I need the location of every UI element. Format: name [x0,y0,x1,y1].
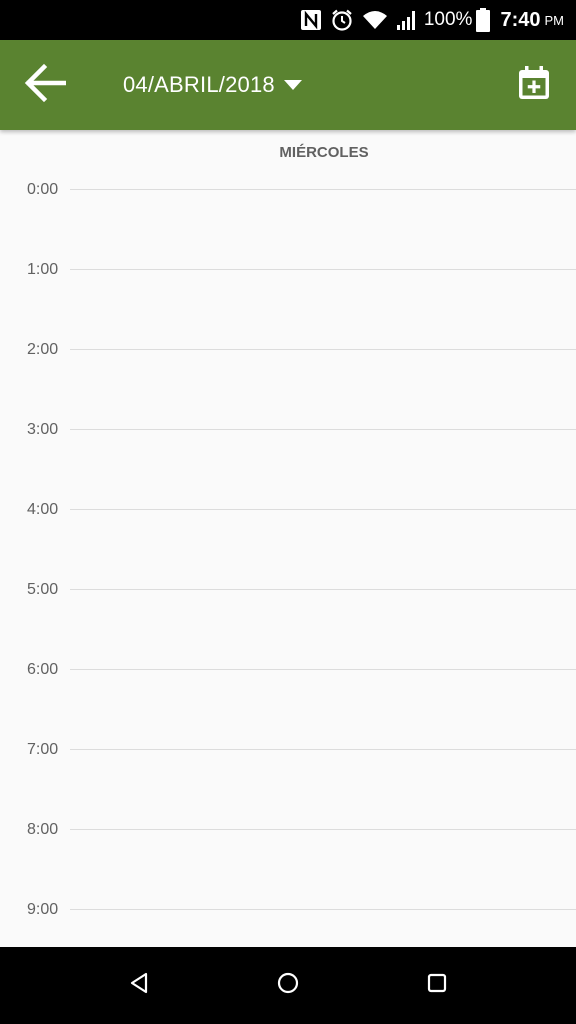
hour-label: 5:00 [27,581,59,598]
hour-divider [70,749,576,750]
status-time: 7:40 [500,8,541,31]
hour-divider [70,909,576,910]
hour-divider [70,669,576,670]
hour-label: 7:00 [27,741,59,758]
status-bar: 100% 7:40 PM [0,0,576,40]
nav-recents-button[interactable] [417,965,457,1005]
hour-divider [70,429,576,430]
hour-label: 8:00 [27,821,59,838]
app-bar: 04/ABRIL/2018 [0,40,576,130]
battery-percent: 100% [423,9,473,30]
hour-row[interactable]: 8:00 [0,821,576,901]
status-ampm: PM [544,12,565,28]
alarm-icon [330,8,354,32]
day-name: MIÉRCOLES [279,144,369,161]
arrow-back-icon [24,63,67,108]
hour-label: 1:00 [27,261,59,278]
status-icons: 100% 7:40 PM [292,0,564,40]
battery-icon [476,8,491,32]
wifi-icon [362,8,388,32]
hour-row[interactable]: 3:00 [0,421,576,501]
date-label: 04/ABRIL/2018 [123,72,275,97]
date-selector[interactable]: 04/ABRIL/2018 [123,62,302,108]
add-event-button[interactable] [508,58,560,112]
hour-divider [70,829,576,830]
nav-home-button[interactable] [268,965,308,1005]
hour-row[interactable]: 1:00 [0,261,576,341]
hour-label: 4:00 [27,501,59,518]
hour-divider [70,269,576,270]
caret-down-icon [283,80,302,90]
nfc-icon [300,9,322,31]
calendar-plus-icon [518,65,550,105]
home-circle-icon [276,971,300,1000]
navigation-bar [0,947,576,1024]
hour-label: 9:00 [27,901,59,918]
hour-row[interactable]: 0:00 [0,181,576,261]
hour-row[interactable]: 5:00 [0,581,576,661]
hour-row[interactable]: 6:00 [0,661,576,741]
hour-row[interactable]: 2:00 [0,341,576,421]
day-view[interactable]: MIÉRCOLES 0:00 1:00 2:00 3:00 4:00 5:00 … [0,130,576,947]
hour-divider [70,589,576,590]
signal-icon [396,9,418,31]
hour-row[interactable]: 7:00 [0,741,576,821]
hour-divider [70,189,576,190]
recents-square-icon [427,973,447,998]
hour-divider [70,349,576,350]
hour-row[interactable]: 4:00 [0,501,576,581]
back-triangle-icon [128,972,150,999]
hour-row[interactable]: 9:00 [0,901,576,947]
hour-label: 0:00 [27,181,59,198]
nav-back-button[interactable] [119,965,159,1005]
hour-label: 2:00 [27,341,59,358]
hour-label: 6:00 [27,661,59,678]
hour-label: 3:00 [27,421,59,438]
back-button[interactable] [14,54,76,116]
hour-divider [70,509,576,510]
